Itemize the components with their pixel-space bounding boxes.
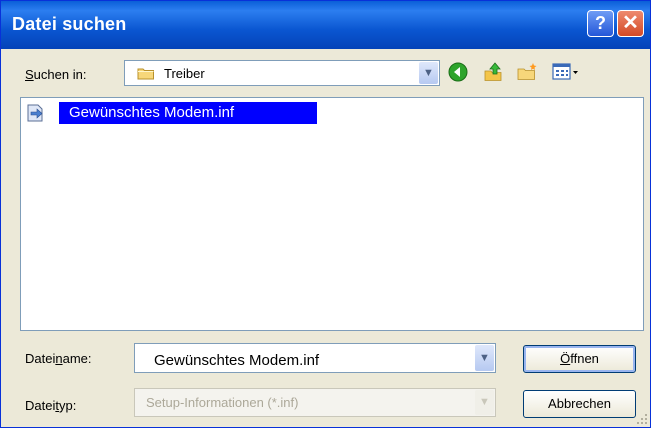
close-button[interactable]: ✕ bbox=[617, 10, 644, 37]
title-bar[interactable]: Datei suchen ? ✕ bbox=[1, 1, 650, 49]
look-in-label: Suchen in: bbox=[25, 67, 87, 82]
filetype-dropdown[interactable]: Setup-Informationen (*.inf) ▼ bbox=[134, 388, 496, 417]
file-open-dialog: Datei suchen ? ✕ Suchen in: Treiber ▼ Ge… bbox=[0, 0, 651, 428]
help-button[interactable]: ? bbox=[587, 10, 614, 37]
setup-information-file-icon bbox=[27, 104, 43, 122]
chevron-down-icon[interactable]: ▼ bbox=[419, 62, 438, 84]
filename-input[interactable] bbox=[136, 345, 472, 371]
filetype-value: Setup-Informationen (*.inf) bbox=[146, 395, 299, 410]
file-name: Gewünschtes Modem.inf bbox=[59, 102, 317, 124]
folder-icon bbox=[137, 68, 154, 80]
cancel-button[interactable]: Abbrechen bbox=[523, 390, 636, 418]
chevron-down-icon: ▼ bbox=[475, 390, 494, 415]
dialog-title: Datei suchen bbox=[12, 14, 127, 34]
open-button[interactable]: Öffnen bbox=[523, 345, 636, 373]
view-menu-icon[interactable] bbox=[551, 61, 581, 83]
resize-grip-icon[interactable] bbox=[636, 413, 648, 425]
up-folder-icon[interactable] bbox=[482, 61, 504, 83]
look-in-value: Treiber bbox=[164, 66, 205, 81]
file-list[interactable]: Gewünschtes Modem.inf bbox=[20, 97, 644, 331]
back-icon[interactable] bbox=[447, 61, 469, 83]
filetype-label: Dateityp: bbox=[25, 398, 77, 413]
filename-combo[interactable]: ▼ bbox=[134, 343, 496, 373]
new-folder-icon[interactable] bbox=[516, 61, 538, 83]
look-in-dropdown[interactable]: Treiber ▼ bbox=[124, 60, 440, 86]
filename-label: Dateiname: bbox=[25, 351, 92, 366]
chevron-down-icon[interactable]: ▼ bbox=[475, 345, 494, 371]
